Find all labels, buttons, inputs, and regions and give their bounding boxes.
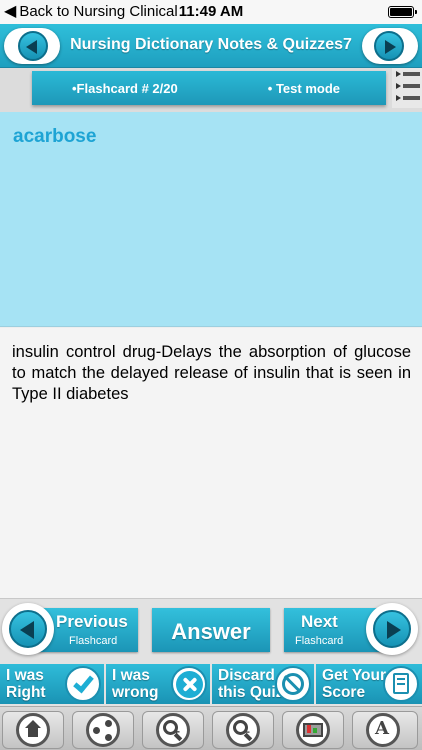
wrong-line2: wrong bbox=[112, 684, 159, 701]
arrow-right-icon bbox=[387, 621, 401, 639]
discard-line2: this Quiz bbox=[218, 684, 284, 701]
question-panel: acarbose bbox=[0, 112, 422, 327]
wrong-line1: I was bbox=[112, 667, 150, 684]
status-time: 11:49 AM bbox=[178, 3, 244, 20]
font-icon: A bbox=[366, 713, 400, 747]
score-sheet-icon bbox=[383, 666, 419, 702]
board-button[interactable] bbox=[282, 711, 344, 749]
i-was-wrong-button[interactable]: I was wrong bbox=[106, 664, 210, 704]
mode-label: • Test mode bbox=[267, 81, 340, 96]
quiz-action-row: I was Right I was wrong Discard this Quiz G… bbox=[0, 662, 422, 706]
home-icon bbox=[16, 713, 50, 747]
no-entry-icon bbox=[275, 666, 311, 702]
flashcard-info-strip: •Flashcard # 2/20 • Test mode bbox=[32, 71, 386, 105]
forward-button[interactable] bbox=[362, 28, 418, 64]
arrow-right-icon bbox=[385, 40, 396, 54]
score-line2: Score bbox=[322, 684, 366, 701]
answer-label: Answer bbox=[171, 619, 251, 644]
right-line1: I was bbox=[6, 667, 44, 684]
status-bar: ◀ Back to Nursing Clinical 11:49 AM bbox=[0, 0, 422, 24]
question-term: acarbose bbox=[13, 126, 97, 147]
board-icon bbox=[296, 713, 330, 747]
x-icon bbox=[171, 666, 207, 702]
back-button[interactable] bbox=[4, 28, 60, 64]
list-icon bbox=[396, 71, 420, 77]
flashcard-counter: •Flashcard # 2/20 bbox=[72, 81, 178, 96]
right-line2: Right bbox=[6, 684, 46, 701]
i-was-right-button[interactable]: I was Right bbox=[0, 664, 104, 704]
page-title: Nursing Dictionary Notes & Quizzes7 bbox=[70, 36, 352, 53]
previous-label: Previous bbox=[56, 612, 128, 631]
flashcard-navigation: Previous Flashcard Answer Next Flashcard bbox=[0, 598, 422, 662]
share-icon bbox=[86, 713, 120, 747]
previous-sublabel: Flashcard bbox=[69, 635, 118, 647]
share-button[interactable] bbox=[72, 711, 134, 749]
zoom-out-icon: − bbox=[226, 713, 260, 747]
next-label: Next bbox=[301, 612, 338, 631]
bottom-toolbar: + − A bbox=[0, 706, 422, 750]
title-bar: Nursing Dictionary Notes & Quizzes7 bbox=[0, 24, 422, 68]
score-line1: Get Your bbox=[322, 667, 387, 684]
home-button[interactable] bbox=[2, 711, 64, 749]
battery-icon bbox=[388, 6, 417, 18]
arrow-left-icon bbox=[20, 621, 34, 639]
arrow-left-icon bbox=[26, 40, 37, 54]
check-icon bbox=[65, 666, 101, 702]
discard-quiz-button[interactable]: Discard this Quiz bbox=[212, 664, 314, 704]
get-score-button[interactable]: Get Your Score bbox=[316, 664, 422, 704]
next-sublabel: Flashcard bbox=[295, 635, 344, 647]
zoom-out-button[interactable]: − bbox=[212, 711, 274, 749]
menu-list-button[interactable] bbox=[392, 68, 422, 108]
zoom-in-icon: + bbox=[156, 713, 190, 747]
answer-text: insulin control drug-Delays the absorpti… bbox=[12, 343, 411, 403]
answer-button[interactable]: Answer bbox=[152, 608, 270, 652]
discard-line1: Discard bbox=[218, 667, 275, 684]
font-size-button[interactable]: A bbox=[352, 711, 418, 749]
answer-panel: insulin control drug-Delays the absorpti… bbox=[0, 328, 422, 598]
previous-arrow-button[interactable] bbox=[2, 603, 54, 655]
zoom-in-button[interactable]: + bbox=[142, 711, 204, 749]
next-arrow-button[interactable] bbox=[366, 603, 418, 655]
